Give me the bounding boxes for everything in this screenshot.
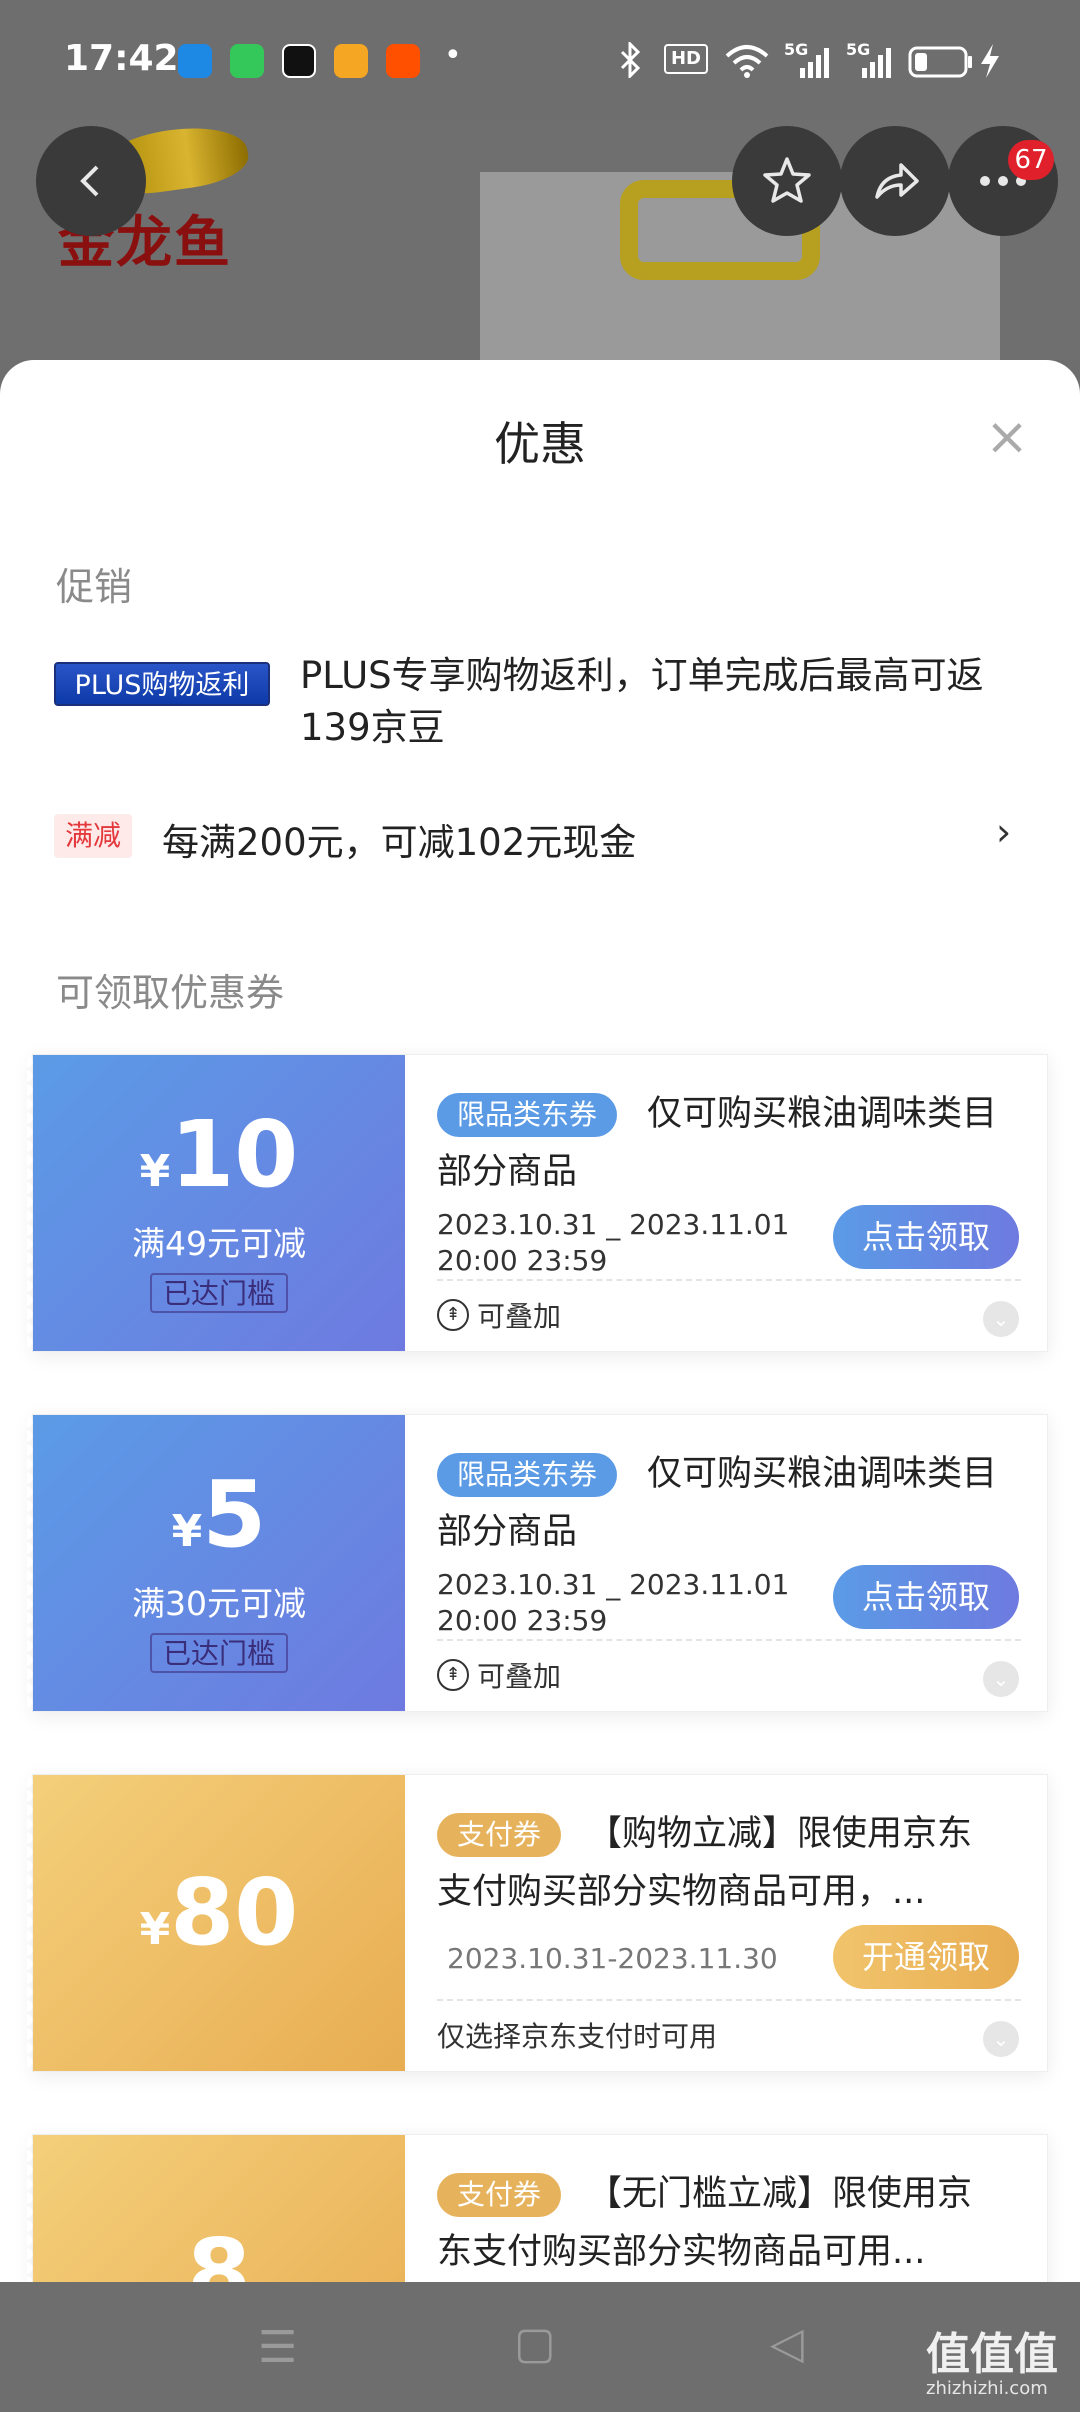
close-button[interactable]: ×	[982, 411, 1032, 463]
coupon-description: 仅可购买粮油调味类目部分商品	[437, 1454, 998, 1552]
payment-note-text: 仅选择京东支付时可用	[437, 2020, 718, 2053]
watermark: 值值值	[926, 2329, 1058, 2380]
battery-icon	[908, 46, 972, 78]
status-bar: 17:42 • HD 5G 5G	[0, 0, 1080, 120]
coupon-amount: ¥80	[33, 1859, 405, 1966]
coupon-amount-value: 10	[170, 1101, 299, 1208]
back-button[interactable]	[36, 126, 146, 236]
activate-claim-button[interactable]: 开通领取	[833, 1925, 1019, 1989]
notification-dot: •	[444, 38, 462, 73]
coupon-value-panel: ¥5 满30元可减 已达门槛	[27, 1415, 405, 1711]
coupon-amount-value: 5	[202, 1461, 267, 1568]
cart-count-badge: 67	[1008, 140, 1054, 180]
coupon-condition: 满49元可减	[132, 1224, 306, 1263]
chevron-right-icon: ›	[996, 810, 1012, 854]
coupon-section-label: 可领取优惠券	[56, 971, 285, 1015]
currency-symbol: ¥	[139, 1146, 171, 1197]
5g-signal-icon	[862, 48, 891, 78]
coupon-amount-value: 8	[186, 2219, 251, 2282]
bluetooth-icon	[620, 42, 641, 78]
coupon-date-line2: 20:00 23:59	[437, 1244, 608, 1277]
phone-app-icon	[178, 44, 212, 78]
watermark-url: zhizhizhi.com	[926, 2378, 1048, 2399]
manjian-text: 每满200元，可减102元现金	[162, 821, 637, 864]
manjian-tag: 满减	[54, 814, 132, 858]
capcut-app-icon	[282, 44, 316, 78]
5g-signal-icon	[800, 48, 829, 78]
stackable-text: 可叠加	[477, 1660, 562, 1693]
coupon-description: 仅可购买粮油调味类目部分商品	[437, 1094, 998, 1192]
share-button[interactable]	[840, 126, 950, 236]
coupon-amount: ¥10	[33, 1101, 405, 1208]
coupon-date: 2023.10.31-2023.11.30	[447, 1942, 778, 1975]
back-nav-button[interactable]: ◁	[770, 2318, 804, 2369]
coupon-description: 【无门槛立减】限使用京东支付购买部分实物商品可用...	[437, 2174, 973, 2272]
coupon-amount: 8	[33, 2219, 405, 2282]
coupon-date-line1: 2023.10.31 _ 2023.11.01	[437, 1568, 790, 1601]
coupon-date-line1: 2023.10.31 _ 2023.11.01	[437, 1208, 790, 1241]
divider	[437, 1639, 1021, 1641]
favorite-button[interactable]	[732, 126, 842, 236]
stackable-text: 可叠加	[477, 1300, 562, 1333]
coupon-card: ¥80 支付券 【购物立减】限使用京东支付购买部分实物商品可用，... 2023…	[27, 1774, 1048, 2072]
threshold-reached-badge: 已达门槛	[150, 1633, 288, 1673]
star-icon	[763, 157, 811, 203]
coupon-value-panel: ¥80	[27, 1775, 405, 2071]
sheet-title: 优惠	[494, 417, 586, 471]
share-icon	[875, 163, 919, 199]
plus-rebate-tag: PLUS购物返利	[54, 662, 270, 706]
taobao-app-icon	[386, 44, 420, 78]
claim-coupon-button[interactable]: 点击领取	[833, 1205, 1019, 1269]
coupon-amount-value: 80	[170, 1859, 299, 1966]
expand-chevron-icon[interactable]: ⌄	[983, 1301, 1019, 1337]
coupon-card: 8 支付券 【无门槛立减】限使用京东支付购买部分实物商品可用...	[27, 2134, 1048, 2282]
currency-symbol: ¥	[171, 1506, 203, 1557]
hd-icon: HD	[664, 44, 708, 74]
chevron-left-icon	[80, 165, 99, 197]
plus-rebate-text: PLUS专享购物返利，订单完成后最高可返139京豆	[300, 654, 984, 749]
coupon-description: 【购物立减】限使用京东支付购买部分实物商品可用，...	[437, 1814, 973, 1912]
payment-note: 仅选择京东支付时可用	[437, 2015, 717, 2055]
charging-icon	[981, 44, 999, 78]
currency-symbol: ¥	[139, 1904, 171, 1955]
stackable-note: ⇞ 可叠加	[437, 1655, 561, 1695]
threshold-reached-badge: 已达门槛	[150, 1273, 288, 1313]
message-app-icon	[230, 44, 264, 78]
coupon-date-line2: 20:00 23:59	[437, 1604, 608, 1637]
wifi-icon	[725, 45, 769, 78]
discount-sheet: 优惠 × 促销 PLUS购物返利 PLUS专享购物返利，订单完成后最高可返139…	[0, 360, 1080, 2282]
app-orange-icon	[334, 44, 368, 78]
coupon-value-panel: 8	[27, 2135, 405, 2282]
home-nav-button[interactable]: ▢	[514, 2318, 556, 2369]
expand-chevron-icon[interactable]: ⌄	[983, 1661, 1019, 1697]
coupon-condition: 满30元可减	[132, 1584, 306, 1623]
stack-icon: ⇞	[437, 1659, 469, 1691]
expand-chevron-icon[interactable]: ⌄	[983, 2021, 1019, 2057]
status-time: 17:42	[64, 38, 179, 79]
divider	[437, 1999, 1021, 2001]
menu-nav-button[interactable]: ☰	[258, 2322, 297, 2373]
promo-section-label: 促销	[56, 565, 133, 609]
coupon-card: ¥5 满30元可减 已达门槛 限品类东券 仅可购买粮油调味类目部分商品 2023…	[27, 1414, 1048, 1712]
coupon-card: ¥10 满49元可减 已达门槛 限品类东券 仅可购买粮油调味类目部分商品 202…	[27, 1054, 1048, 1352]
coupon-amount: ¥5	[33, 1461, 405, 1568]
coupon-value-panel: ¥10 满49元可减 已达门槛	[27, 1055, 405, 1351]
divider	[437, 1279, 1021, 1281]
stackable-note: ⇞ 可叠加	[437, 1295, 561, 1335]
stack-icon: ⇞	[437, 1299, 469, 1331]
claim-coupon-button[interactable]: 点击领取	[833, 1565, 1019, 1629]
